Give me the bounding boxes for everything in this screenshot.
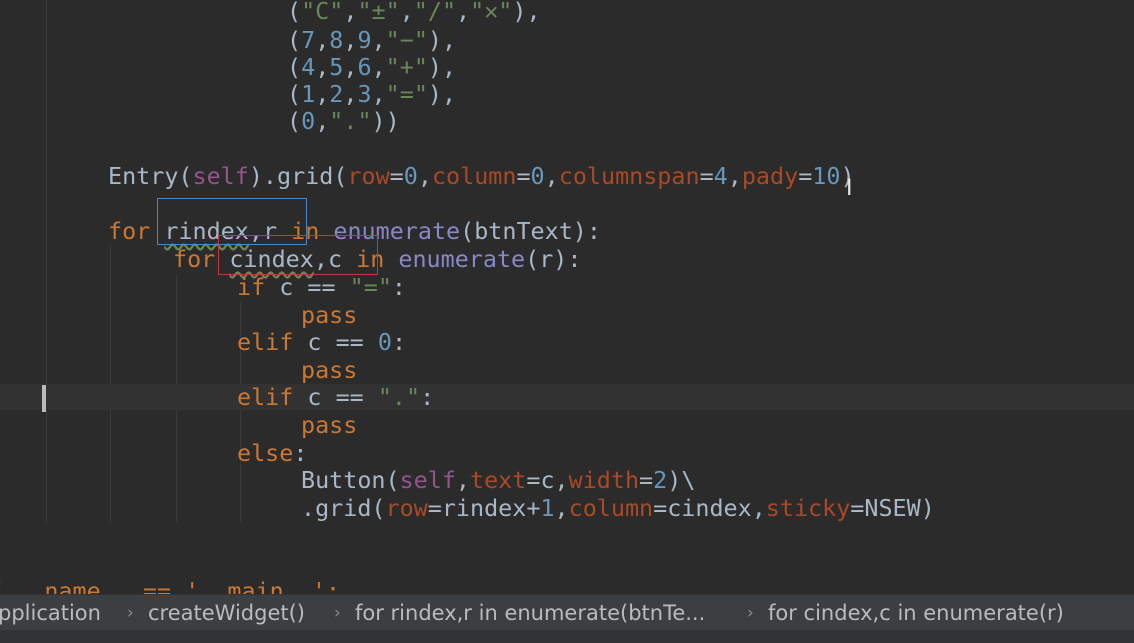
code-line-11: elif c == 0:	[237, 328, 407, 356]
code-line-16: Button(self,text=c,width=2)\	[301, 466, 696, 494]
code-line-9: if c == "=":	[237, 273, 407, 301]
breadcrumb-item-for-rindex[interactable]: for rindex,r in enumerate(btnTe...	[355, 599, 705, 627]
code-line-13-current: elif c == ".":	[0, 384, 1134, 410]
code-line-4: (1,2,3,"="),	[287, 80, 457, 108]
text-cursor-icon: I	[846, 176, 853, 201]
code-line-5: (0,"."))	[287, 107, 400, 135]
code-area[interactable]: ("C","±","/","✕"), (7,8,9,"−"), (4,5,6,"…	[0, 0, 1134, 594]
code-line-6: Entry(self).grid(row=0,column=0,columnsp…	[108, 162, 855, 190]
code-line-12: pass	[301, 356, 358, 384]
code-line-10: pass	[301, 301, 358, 329]
code-line-15: else:	[237, 439, 308, 467]
breadcrumb-separator-icon: ›	[747, 603, 754, 623]
code-editor[interactable]: ("C","±","/","✕"), (7,8,9,"−"), (4,5,6,"…	[0, 0, 1134, 594]
code-line-3: (4,5,6,"+"),	[287, 53, 457, 81]
bottom-panel-edge	[0, 630, 1134, 643]
text-caret	[42, 385, 46, 412]
breadcrumb-item-createwidget[interactable]: createWidget()	[148, 599, 305, 627]
code-line-14: pass	[301, 411, 358, 439]
code-line-17: .grid(row=rindex+1,column=cindex,sticky=…	[301, 494, 935, 522]
highlight-box-cindex	[218, 235, 378, 275]
breadcrumb-separator-icon: ›	[127, 603, 134, 623]
code-line-2: (7,8,9,"−"),	[287, 26, 457, 54]
code-line-18: f __name__ == '__main__':	[0, 577, 341, 594]
breadcrumb-item-application[interactable]: pplication	[0, 599, 101, 627]
breadcrumb: pplication › createWidget() › for rindex…	[0, 594, 1134, 630]
breadcrumb-separator-icon: ›	[334, 603, 341, 623]
breadcrumb-item-for-cindex[interactable]: for cindex,c in enumerate(r)	[768, 599, 1064, 627]
code-line-1: ("C","±","/","✕"),	[287, 0, 541, 25]
